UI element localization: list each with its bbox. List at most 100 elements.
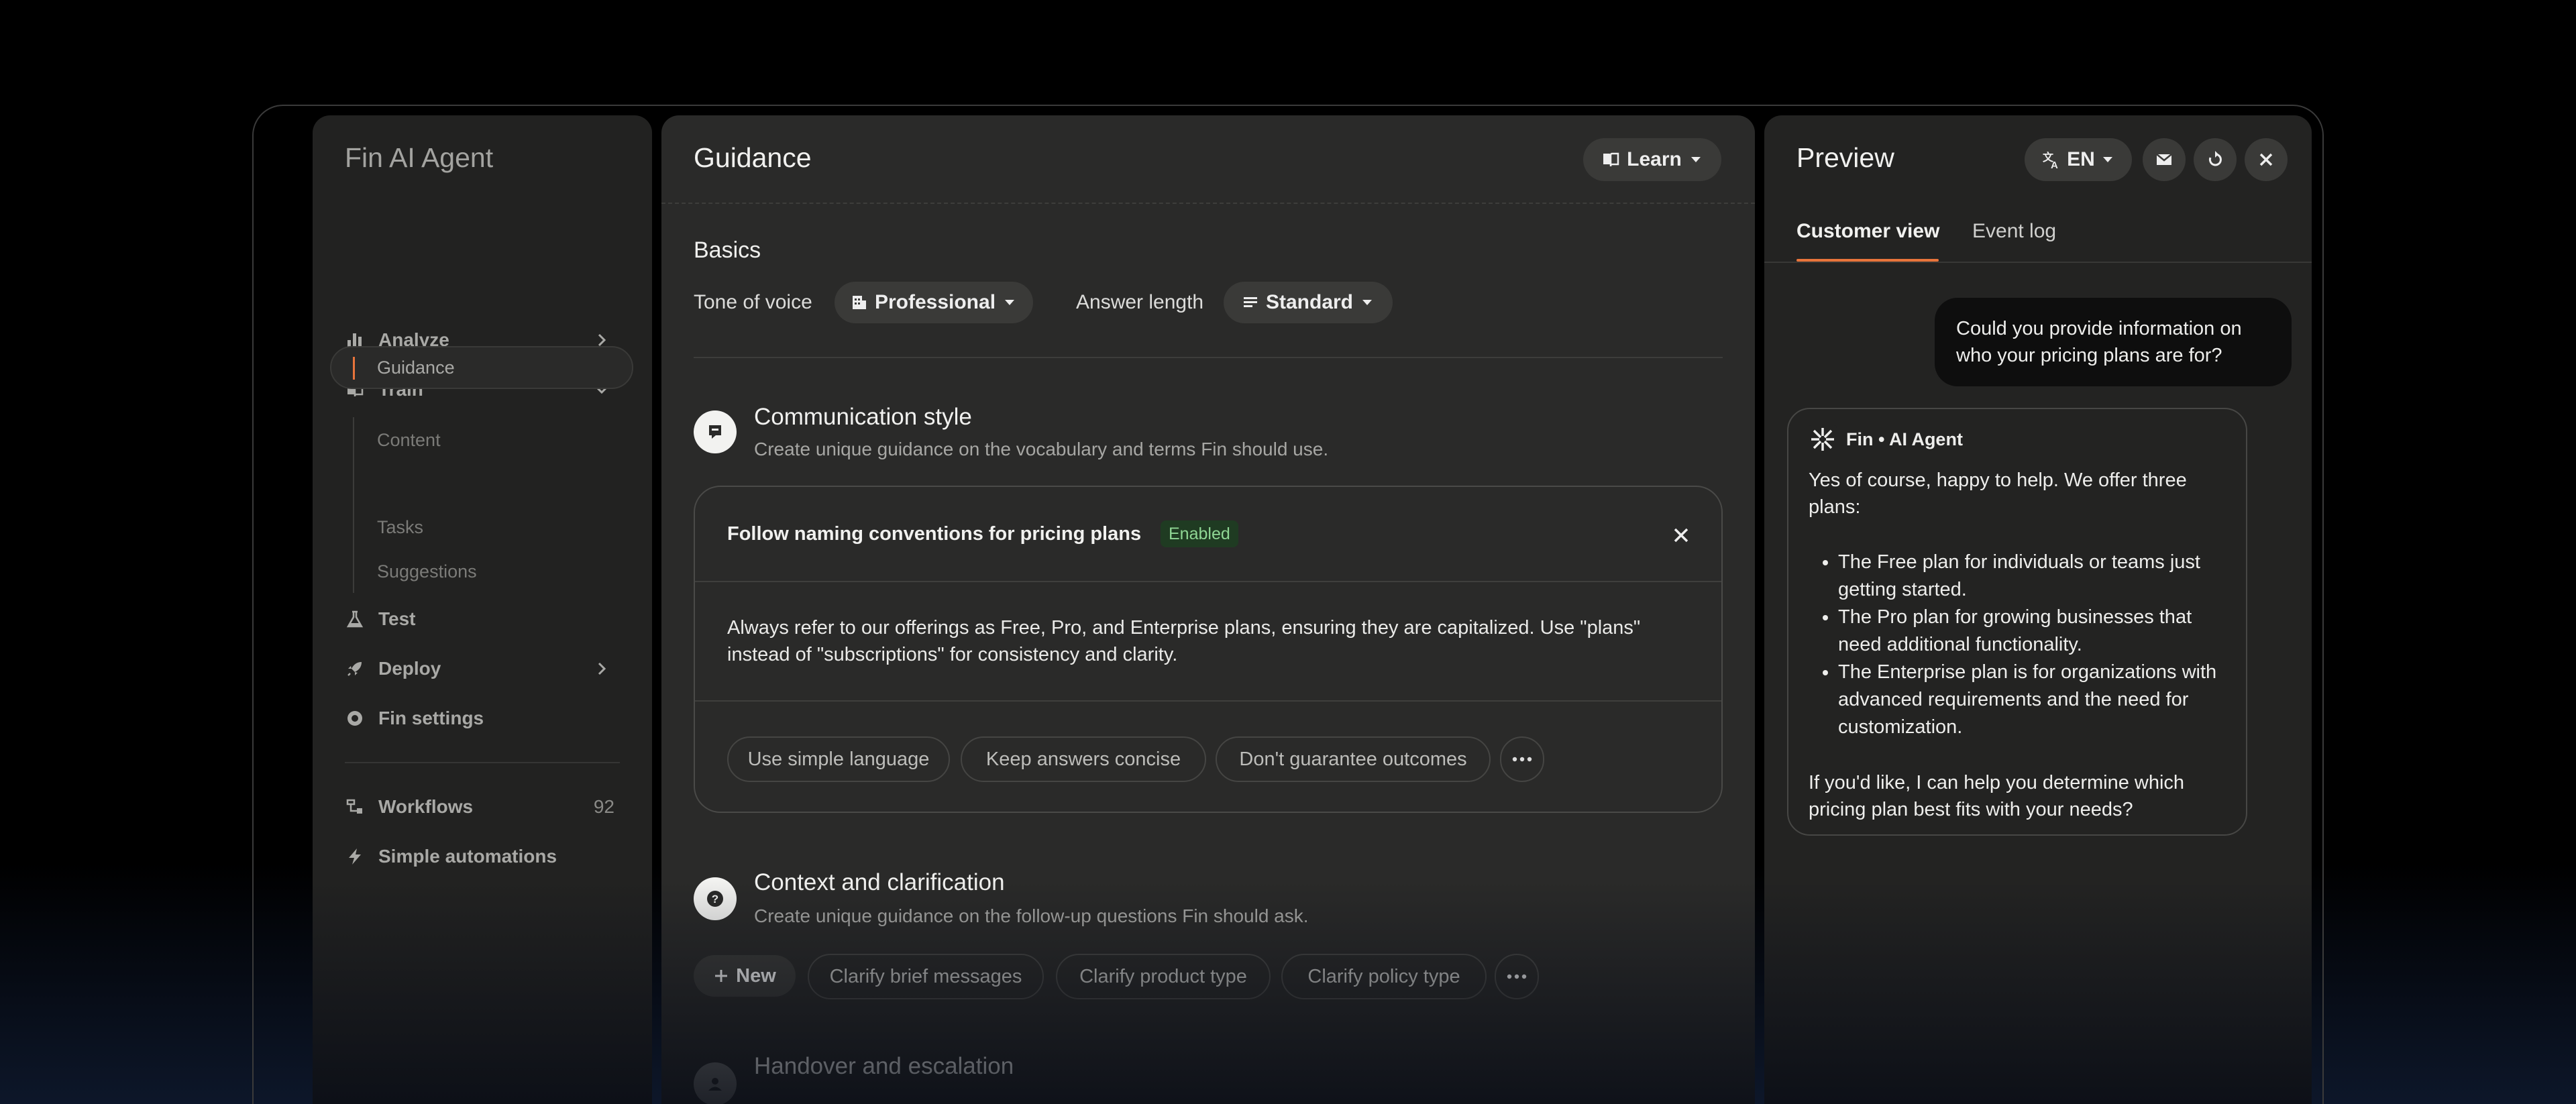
tab-event-log[interactable]: Event log bbox=[1972, 220, 2056, 243]
new-button[interactable]: New bbox=[694, 955, 796, 997]
close-icon bbox=[2259, 153, 2273, 166]
sidebar-item-workflows[interactable]: Workflows 92 bbox=[345, 790, 627, 824]
chevron-right-icon bbox=[598, 662, 606, 675]
suggestion-chip[interactable]: Clarify product type bbox=[1056, 954, 1271, 999]
suggestion-chip[interactable]: Keep answers concise bbox=[961, 736, 1206, 782]
user-message: Could you provide information on who you… bbox=[1935, 298, 2292, 386]
suggestion-chip[interactable]: Don't guarantee outcomes bbox=[1216, 736, 1491, 782]
mail-icon bbox=[2156, 154, 2172, 165]
gear-icon bbox=[345, 708, 365, 728]
more-button[interactable] bbox=[1500, 736, 1544, 782]
header-divider bbox=[661, 203, 1755, 204]
svg-text:?: ? bbox=[712, 893, 718, 905]
guidance-card-body: Always refer to our offerings as Free, P… bbox=[727, 617, 1641, 665]
rocket-icon bbox=[345, 659, 365, 679]
close-preview-button[interactable] bbox=[2245, 138, 2288, 181]
preview-panel: Preview 文A EN Customer view Event log Co… bbox=[1764, 115, 2312, 1104]
lines-icon bbox=[1243, 297, 1257, 307]
sidebar-item-deploy[interactable]: Deploy bbox=[345, 652, 627, 685]
caret-down-icon bbox=[2102, 157, 2112, 162]
page-title: Guidance bbox=[694, 142, 812, 173]
sidebar-item-fin-settings[interactable]: Fin settings bbox=[345, 702, 627, 735]
user-icon bbox=[694, 1062, 737, 1104]
sidebar-item-label: Workflows bbox=[378, 796, 474, 817]
basics-divider bbox=[694, 357, 1723, 358]
sidebar-item-label: Test bbox=[378, 608, 416, 629]
tab-customer-view[interactable]: Customer view bbox=[1796, 220, 1939, 243]
guidance-card-title: Follow naming conventions for pricing pl… bbox=[727, 523, 1142, 545]
card-divider bbox=[695, 581, 1721, 582]
communication-style-desc: Create unique guidance on the vocabulary… bbox=[754, 439, 1329, 459]
agent-name: Fin • AI Agent bbox=[1846, 429, 1963, 449]
basics-heading: Basics bbox=[694, 237, 761, 263]
answer-length-value: Standard bbox=[1265, 291, 1354, 313]
sub-item-active-indicator bbox=[353, 357, 355, 380]
learn-label: Learn bbox=[1627, 148, 1682, 170]
sidebar-subitem-tasks[interactable]: Tasks bbox=[377, 514, 423, 541]
agent-intro: Yes of course, happy to help. We offer t… bbox=[1809, 470, 2187, 518]
workflow-icon bbox=[345, 797, 365, 817]
list-item: The Pro plan for growing businesses that… bbox=[1838, 604, 2226, 659]
caret-down-icon bbox=[1690, 157, 1701, 162]
tone-value: Professional bbox=[874, 291, 996, 313]
sidebar-subitem-suggestions[interactable]: Suggestions bbox=[377, 558, 477, 585]
building-icon bbox=[852, 296, 866, 309]
context-title: Context and clarification bbox=[754, 869, 1005, 895]
suggestion-chip[interactable]: Clarify policy type bbox=[1281, 954, 1487, 999]
tab-divider bbox=[1764, 262, 2312, 263]
list-item: The Enterprise plan is for organizations… bbox=[1838, 659, 2226, 741]
sub-item-active-bg bbox=[330, 346, 633, 389]
sidebar-item-label: Fin settings bbox=[378, 708, 484, 728]
new-label: New bbox=[736, 964, 776, 987]
caret-down-icon bbox=[1005, 300, 1015, 305]
svg-text:A: A bbox=[2051, 160, 2058, 170]
ellipsis-icon bbox=[1512, 757, 1532, 762]
translate-icon: 文A bbox=[2043, 151, 2058, 170]
learn-button[interactable]: Learn bbox=[1583, 138, 1721, 181]
sidebar-divider bbox=[345, 762, 620, 763]
lightning-icon bbox=[345, 846, 365, 867]
sidebar-subitem-content[interactable]: Content bbox=[377, 427, 441, 453]
preview-title: Preview bbox=[1796, 142, 1894, 173]
handover-title: Handover and escalation bbox=[754, 1053, 1014, 1079]
caret-down-icon bbox=[1362, 300, 1373, 305]
suggestion-chip[interactable]: Use simple language bbox=[727, 736, 950, 782]
guidance-panel: Guidance Learn Basics Tone of voice Prof… bbox=[661, 115, 1755, 1104]
communication-style-title: Communication style bbox=[754, 404, 972, 430]
sidebar-item-simple-automations[interactable]: Simple automations bbox=[345, 840, 627, 873]
tone-label: Tone of voice bbox=[694, 291, 812, 313]
plus-icon bbox=[715, 970, 728, 982]
workflows-count: 92 bbox=[593, 796, 614, 817]
agent-header: Fin • AI Agent bbox=[1809, 425, 2226, 453]
suggestion-chip[interactable]: Clarify brief messages bbox=[808, 954, 1044, 999]
close-icon[interactable] bbox=[1670, 525, 1692, 546]
sidebar: Fin AI Agent Analyze Train Content Guida… bbox=[313, 115, 652, 1104]
sidebar-subitem-guidance[interactable]: Guidance bbox=[377, 354, 455, 381]
app-title: Fin AI Agent bbox=[345, 142, 494, 173]
ellipsis-icon bbox=[1507, 974, 1527, 979]
guidance-card[interactable]: Follow naming conventions for pricing pl… bbox=[694, 486, 1723, 813]
fin-logo-icon bbox=[1809, 425, 1837, 453]
status-badge: Enabled bbox=[1161, 520, 1238, 547]
refresh-icon bbox=[2208, 151, 2222, 166]
more-button[interactable] bbox=[1495, 954, 1539, 999]
answer-length-select[interactable]: Standard bbox=[1224, 282, 1393, 323]
question-icon: ? bbox=[694, 877, 737, 920]
sidebar-item-label: Deploy bbox=[378, 658, 441, 679]
agent-outro: If you'd like, I can help you determine … bbox=[1809, 772, 2185, 820]
plan-list: The Free plan for individuals or teams j… bbox=[1838, 549, 2226, 741]
card-divider bbox=[695, 700, 1721, 702]
chat-bubble-icon bbox=[694, 410, 737, 453]
email-button[interactable] bbox=[2143, 138, 2186, 181]
reset-button[interactable] bbox=[2194, 138, 2237, 181]
sidebar-item-label: Simple automations bbox=[378, 846, 557, 867]
sidebar-item-test[interactable]: Test bbox=[345, 602, 627, 636]
agent-message: Fin • AI Agent Yes of course, happy to h… bbox=[1787, 408, 2247, 836]
language-value: EN bbox=[2067, 148, 2095, 170]
language-select[interactable]: 文A EN bbox=[2025, 138, 2132, 181]
fade-overlay bbox=[313, 880, 652, 1104]
book-icon bbox=[1603, 152, 1619, 167]
list-item: The Free plan for individuals or teams j… bbox=[1838, 549, 2226, 604]
tone-select[interactable]: Professional bbox=[835, 282, 1033, 323]
flask-icon bbox=[345, 609, 365, 629]
